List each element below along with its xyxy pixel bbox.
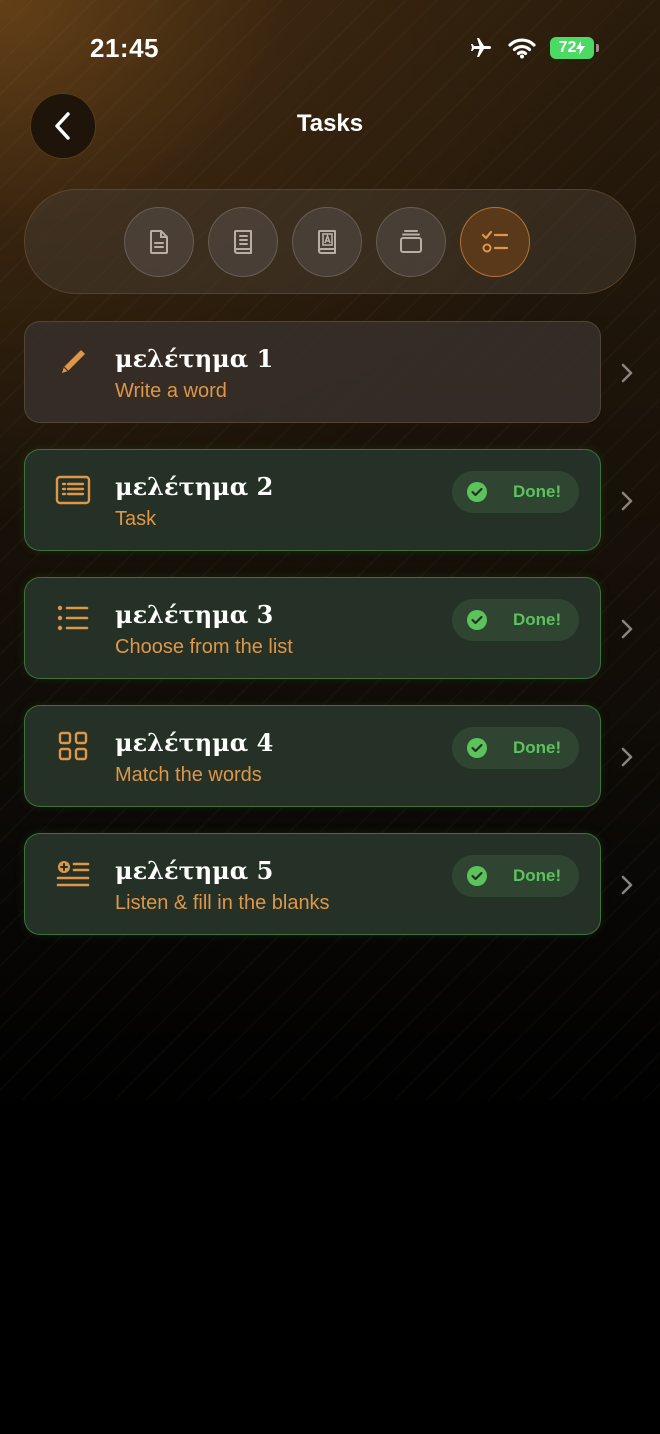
chevron-right-icon[interactable]: [620, 618, 634, 640]
tab-checklist[interactable]: [460, 207, 530, 277]
tab-stack[interactable]: [376, 207, 446, 277]
charging-bolt-icon: [576, 41, 586, 55]
status-text: Done!: [513, 610, 562, 629]
status-badge: Done!: [452, 599, 579, 641]
wifi-icon: [508, 38, 536, 59]
chevron-right-icon[interactable]: [620, 362, 634, 384]
status-time: 21:45: [90, 33, 159, 63]
task-subtitle: Task: [115, 508, 157, 530]
status-text: Done!: [513, 866, 562, 885]
task-title: μελέτημα 2: [115, 472, 274, 501]
status-text: Done!: [513, 482, 562, 501]
status-badge: Done!: [452, 855, 579, 897]
dictionary-icon: [318, 230, 336, 254]
task-subtitle: Match the words: [115, 764, 262, 786]
status-badge: Done!: [452, 471, 579, 513]
stack-icon: [400, 230, 422, 253]
tab-book[interactable]: [208, 207, 278, 277]
task-title: μελέτημα 5: [115, 856, 274, 885]
check-circle-icon: [467, 866, 487, 886]
book-icon: [234, 230, 252, 254]
battery-level: 72: [558, 39, 577, 56]
task-card-1[interactable]: μελέτημα 1 Write a word: [24, 321, 601, 423]
check-circle-icon: [467, 610, 487, 630]
task-subtitle: Choose from the list: [115, 636, 293, 658]
status-badge: Done!: [452, 727, 579, 769]
task-title: μελέτημα 4: [115, 728, 274, 757]
chevron-right-icon[interactable]: [620, 746, 634, 768]
grid-icon: [58, 731, 88, 761]
list-icon: [57, 605, 89, 631]
chevron-right-icon[interactable]: [620, 874, 634, 896]
tab-dictionary[interactable]: [292, 207, 362, 277]
task-title: μελέτημα 1: [115, 344, 274, 373]
fill-blanks-icon: [56, 861, 90, 887]
battery-indicator: 72: [550, 37, 599, 59]
pencil-icon: [62, 350, 85, 373]
status-text: Done!: [513, 738, 562, 757]
checklist-icon: [481, 230, 509, 253]
task-card-5[interactable]: μελέτημα 5 Listen & fill in the blanks D…: [24, 833, 601, 935]
task-subtitle: Write a word: [115, 380, 227, 402]
task-subtitle: Listen & fill in the blanks: [115, 892, 330, 914]
task-card-4[interactable]: μελέτημα 4 Match the words Done!: [24, 705, 601, 807]
page-title: Tasks: [296, 110, 364, 137]
airplane-icon: [471, 38, 491, 57]
task-card-icon: [55, 475, 91, 505]
task-card-3[interactable]: μελέτημα 3 Choose from the list Done!: [24, 577, 601, 679]
document-icon: [150, 230, 168, 254]
task-card-2[interactable]: μελέτημα 2 Task Done!: [24, 449, 601, 551]
tab-document[interactable]: [124, 207, 194, 277]
task-title: μελέτημα 3: [115, 600, 274, 629]
status-icons: 72: [468, 36, 599, 60]
chevron-right-icon[interactable]: [620, 490, 634, 512]
check-circle-icon: [467, 738, 487, 758]
check-circle-icon: [467, 482, 487, 502]
